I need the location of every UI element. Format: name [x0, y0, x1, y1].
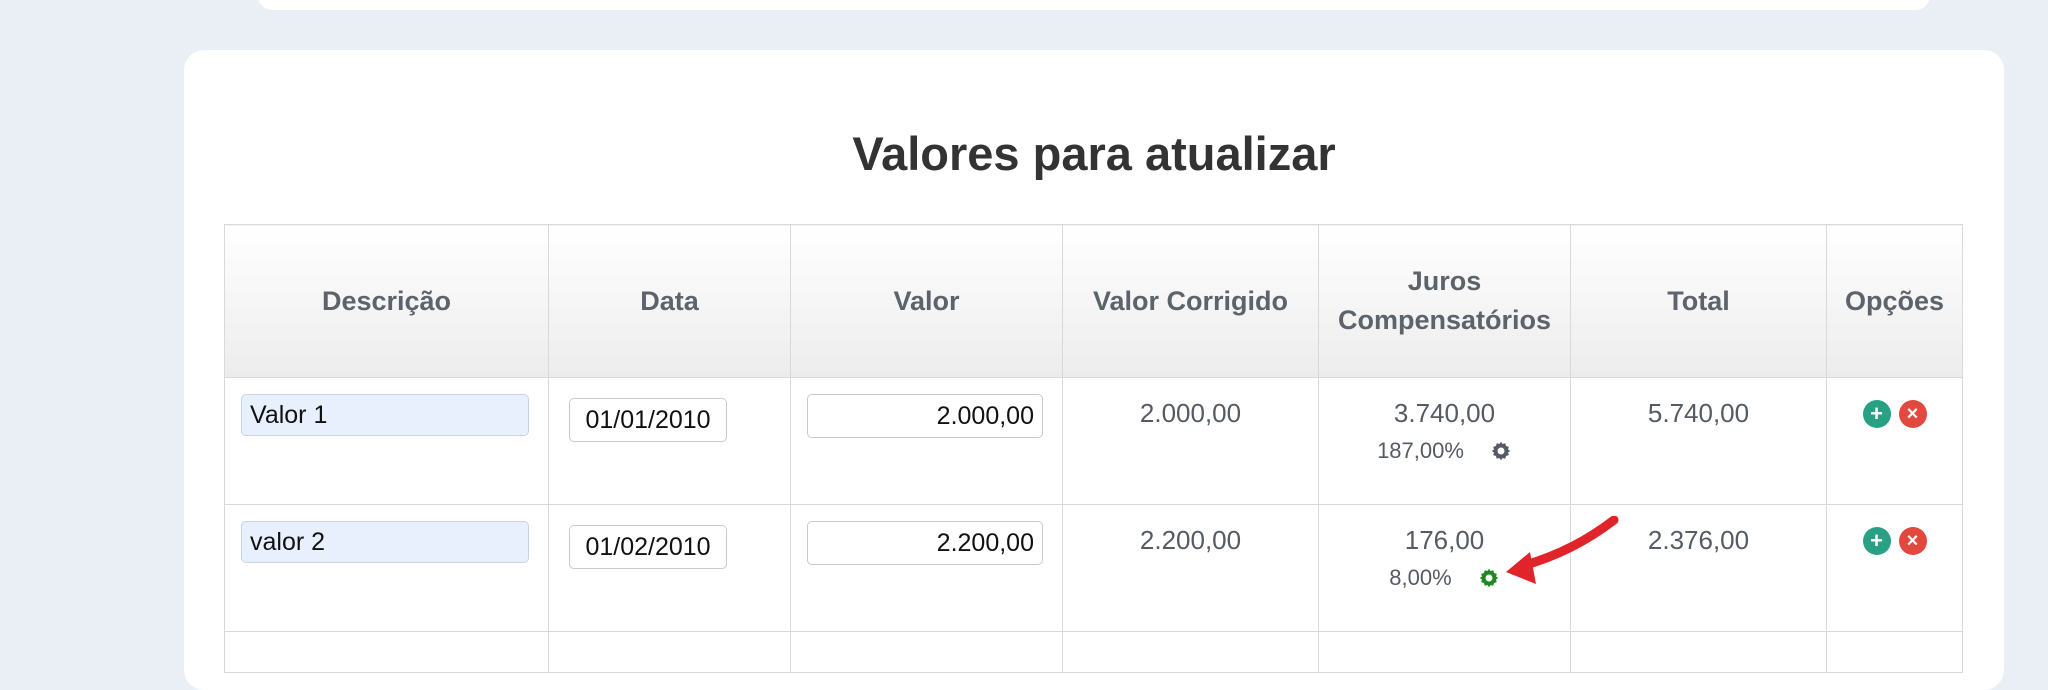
table-row	[224, 631, 1963, 673]
add-row-button[interactable]: +	[1862, 400, 1891, 428]
total-cell: 5.740,00	[1570, 377, 1827, 505]
valor-input[interactable]	[807, 394, 1043, 438]
header-row: Descrição Data Valor Valor Corrigido Jur…	[224, 224, 1963, 378]
data-cell	[548, 631, 791, 673]
top-card	[258, 0, 1930, 10]
valor-cell	[790, 377, 1063, 505]
page-title: Valores para atualizar	[852, 127, 1336, 180]
descricao-input[interactable]	[241, 394, 529, 436]
juros-rate-line: 187,00%	[1319, 438, 1570, 464]
add-row-button[interactable]: +	[1862, 527, 1891, 555]
opcoes-cell	[1826, 631, 1963, 673]
total-value: 2.376,00	[1647, 525, 1750, 555]
remove-row-button[interactable]: ×	[1898, 400, 1927, 428]
valor-corrigido-cell: 2.200,00	[1062, 504, 1319, 632]
descricao-cell	[224, 504, 549, 632]
table-row: 2.000,00 3.740,00 187,00% 5.740,00 + ×	[224, 377, 1963, 505]
date-input[interactable]	[569, 525, 727, 569]
valor-corrigido-cell	[1062, 631, 1319, 673]
valor-cell	[790, 631, 1063, 673]
juros-percent: 187,00%	[1377, 438, 1464, 463]
juros-rate-line: 8,00%	[1319, 565, 1570, 591]
date-input[interactable]	[569, 398, 727, 442]
gear-icon[interactable]	[1478, 567, 1500, 589]
opcoes-cell: + ×	[1826, 504, 1963, 632]
juros-cell: 3.740,00 187,00%	[1318, 377, 1571, 505]
header-opcoes: Opções	[1826, 224, 1963, 378]
valor-input[interactable]	[807, 521, 1043, 565]
descricao-cell	[224, 377, 549, 505]
total-cell: 2.376,00	[1570, 504, 1827, 632]
total-cell	[1570, 631, 1827, 673]
data-cell	[548, 377, 791, 505]
row-options: + ×	[1827, 400, 1962, 428]
remove-row-button[interactable]: ×	[1898, 527, 1927, 555]
descricao-cell	[224, 631, 549, 673]
header-juros-compensatorios: Juros Compensatórios	[1318, 224, 1571, 378]
data-cell	[548, 504, 791, 632]
total-value: 5.740,00	[1647, 398, 1750, 428]
table-row: 2.200,00 176,00 8,00% 2.376,00 + ×	[224, 504, 1963, 632]
header-valor-corrigido: Valor Corrigido	[1062, 224, 1319, 378]
gear-icon[interactable]	[1490, 440, 1512, 462]
header-valor: Valor	[790, 224, 1063, 378]
row-options: + ×	[1827, 527, 1962, 555]
header-total: Total	[1570, 224, 1827, 378]
header-juros-line1: Juros	[1407, 266, 1482, 296]
descricao-input[interactable]	[241, 521, 529, 563]
values-table: Descrição Data Valor Valor Corrigido Jur…	[224, 224, 1963, 673]
header-descricao: Descrição	[224, 224, 549, 378]
valor-corrigido-value: 2.000,00	[1139, 398, 1242, 428]
opcoes-cell: + ×	[1826, 377, 1963, 505]
juros-cell	[1318, 631, 1571, 673]
header-juros-line2: Compensatórios	[1337, 305, 1552, 335]
juros-value: 3.740,00	[1393, 398, 1496, 428]
juros-value: 176,00	[1404, 525, 1485, 555]
valor-cell	[790, 504, 1063, 632]
header-data: Data	[548, 224, 791, 378]
juros-cell: 176,00 8,00%	[1318, 504, 1571, 632]
juros-percent: 8,00%	[1389, 565, 1452, 590]
valor-corrigido-value: 2.200,00	[1139, 525, 1242, 555]
valor-corrigido-cell: 2.000,00	[1062, 377, 1319, 505]
